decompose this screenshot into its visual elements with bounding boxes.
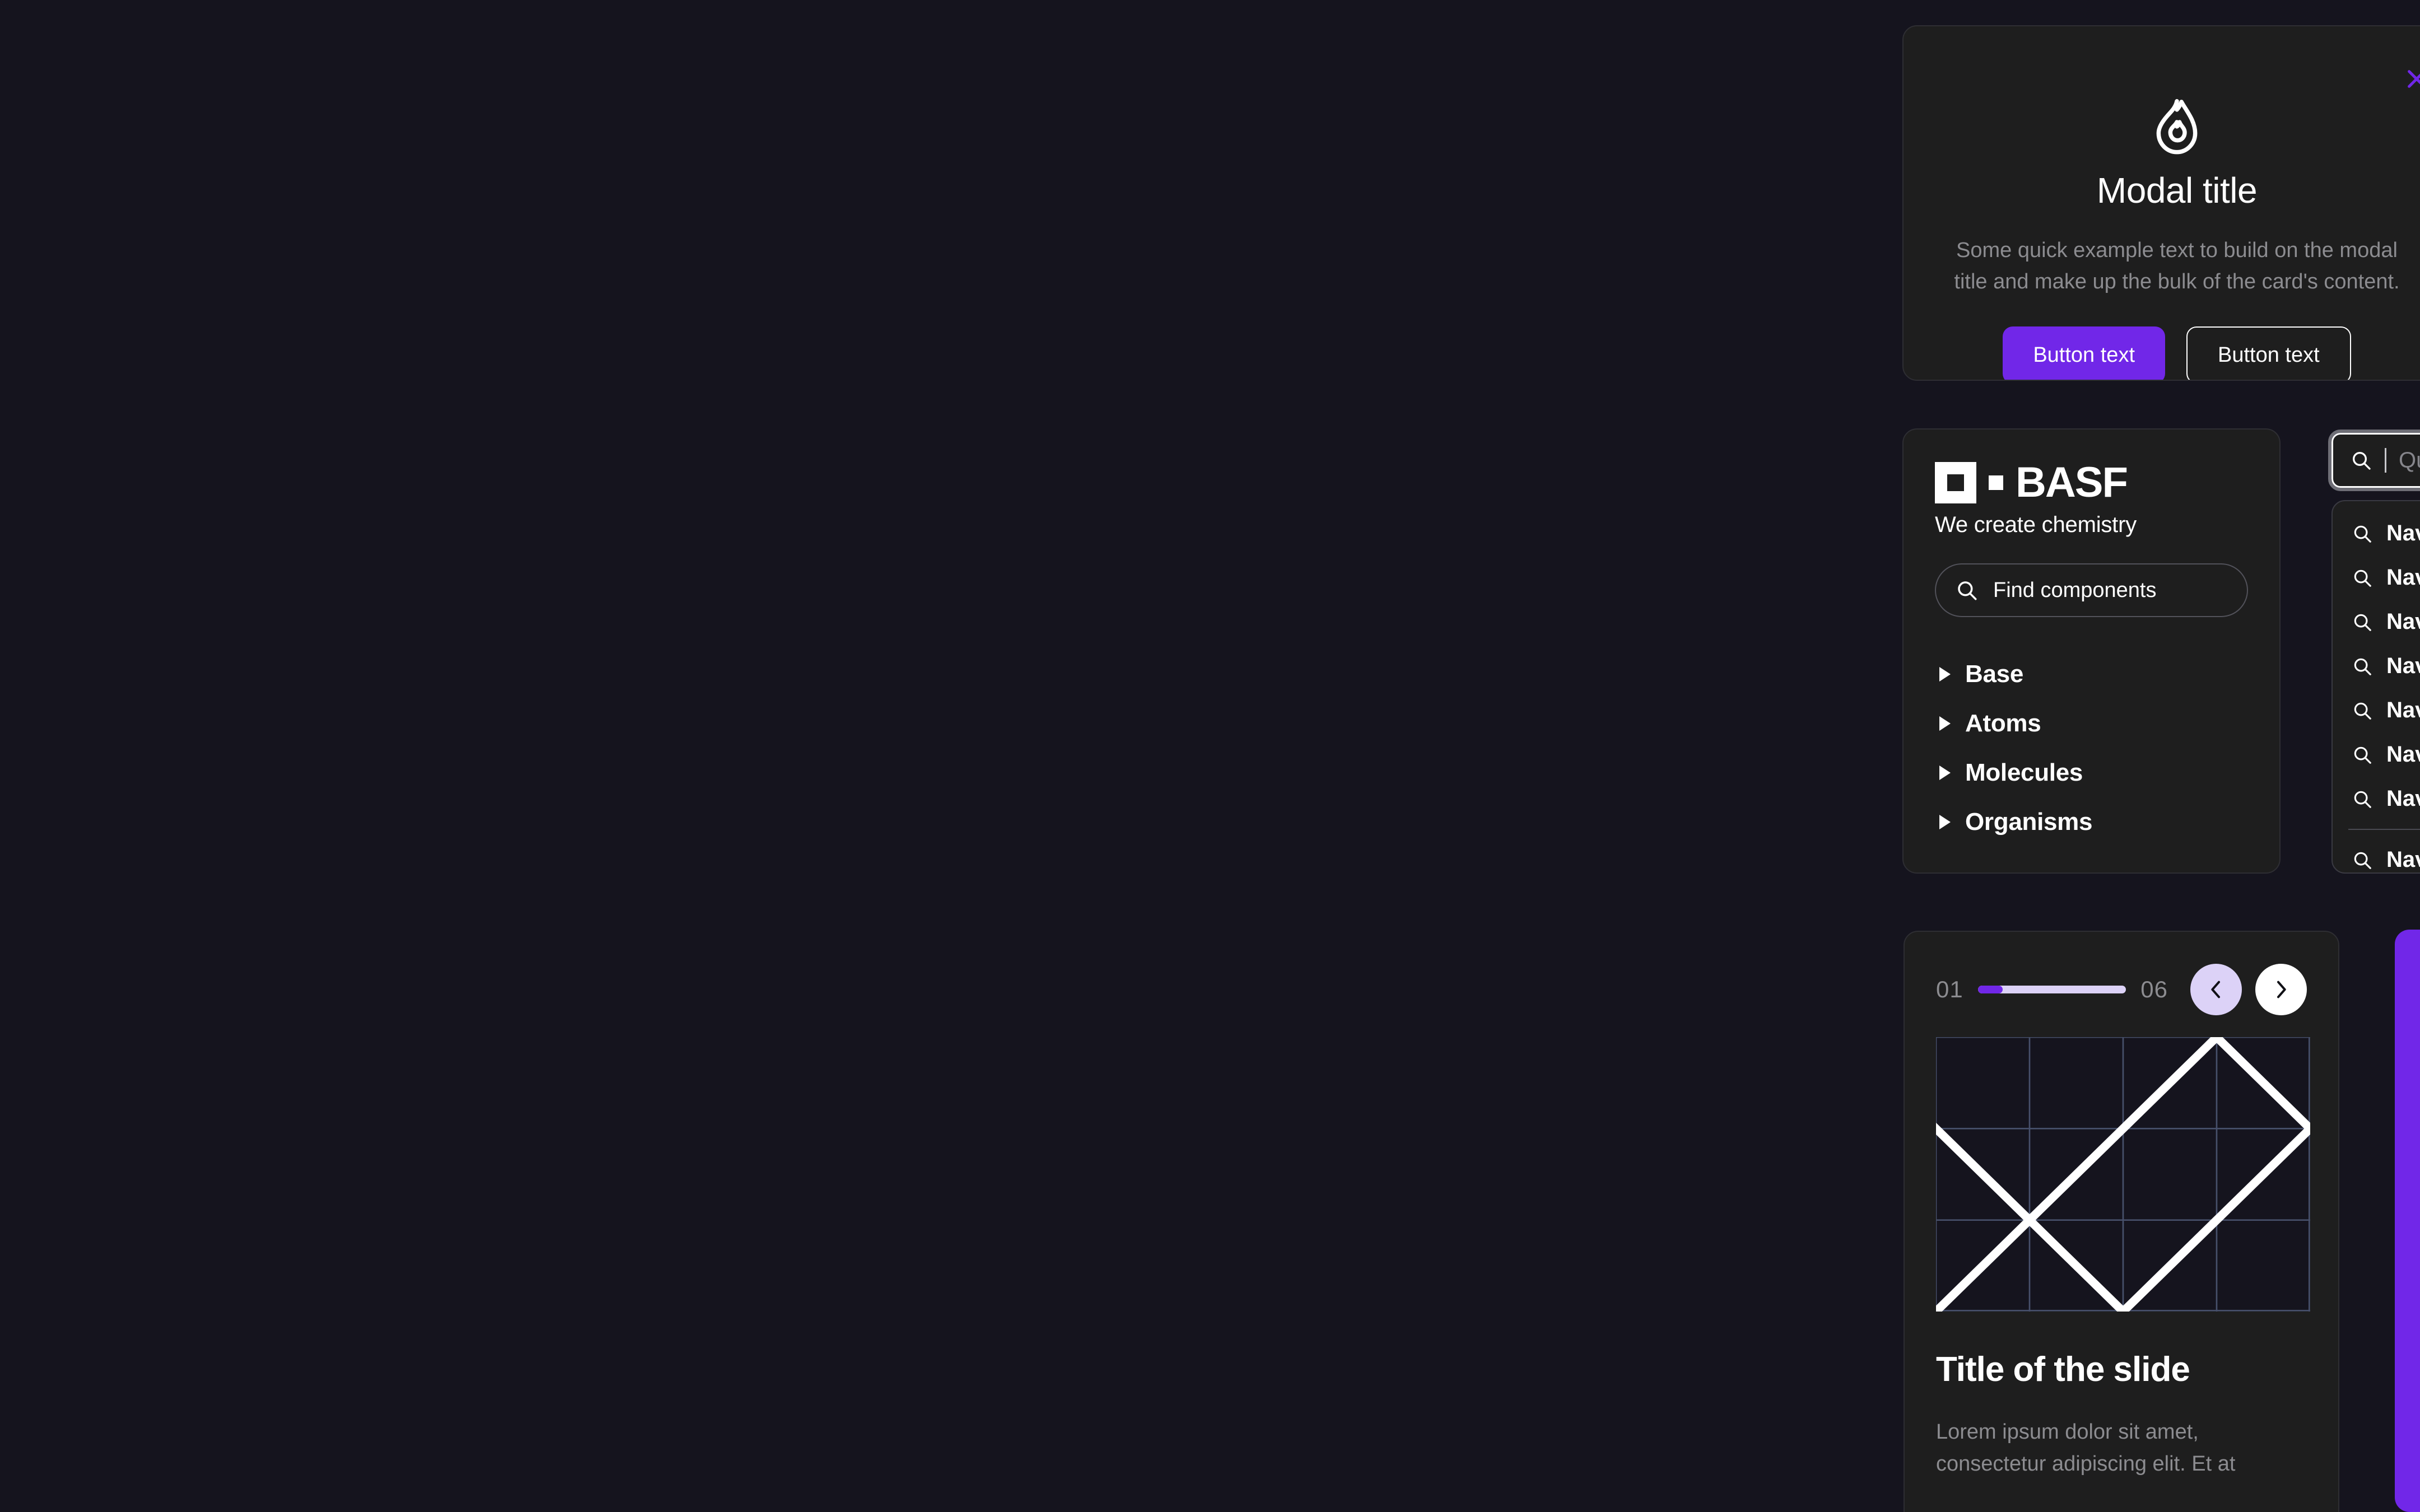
search-icon [2354,614,2371,631]
sidebar-item-label: Base [1965,660,2023,688]
quick-search-placeholder: Quick search [2399,447,2420,473]
triangle-right-icon [1939,815,1951,829]
sidebar-item-base[interactable]: Base [1935,650,2248,699]
quick-search-input[interactable]: Quick search [2328,430,2420,491]
basf-logo-wordmark: BASF [2016,458,2128,506]
list-item[interactable]: Nav [2333,644,2420,688]
close-icon[interactable] [2399,61,2420,97]
basf-logo-dot-icon [1989,475,2003,490]
find-components-input[interactable]: Find components [1935,563,2248,617]
modal-actions: Button text Button text [2003,326,2351,380]
carousel-card: 01 06 Title of the slide Lorem ipsum dol… [1904,931,2339,1512]
basf-logo: BASF [1935,458,2248,506]
list-item-label: Nav [2386,521,2420,545]
sidebar-item-label: Organisms [1965,808,2093,836]
modal-body-text: Some quick example text to build on the … [1954,239,2400,294]
basf-panel: BASF We create chemistry Find components… [1902,428,2281,874]
list-item-label: Nav [2386,847,2420,872]
sidebar-item-label: Molecules [1965,759,2083,786]
modal-primary-button[interactable]: Button text [2003,326,2165,380]
search-icon [1958,581,1977,600]
flame-icon [2156,99,2198,155]
carousel-progress-fill [1977,986,2003,993]
find-components-label: Find components [1993,578,2157,602]
quick-search-results-panel: Nav Nav Nav Nav Nav Nav Nav Nav [2331,500,2420,874]
search-icon [2354,791,2371,808]
list-item-footer[interactable]: Nav [2333,838,2420,872]
basf-tagline: We create chemistry [1935,512,2137,537]
modal-secondary-button[interactable]: Button text [2186,326,2351,380]
screen-root: Modal title Some quick example text to b… [0,0,2420,1512]
list-item[interactable]: Nav [2333,511,2420,556]
basf-logo-square-icon [1935,462,1976,503]
modal-title: Modal title [2096,170,2258,211]
search-icon [2354,852,2371,869]
slide-text: Lorem ipsum dolor sit amet, consectetur … [1936,1420,2236,1476]
list-item-label: Nav [2386,654,2420,678]
list-item[interactable]: Nav [2333,556,2420,600]
search-icon [2354,746,2371,764]
triangle-right-icon [1939,667,1951,682]
modal-body: Modal title Some quick example text to b… [1904,26,2420,380]
list-item-label: Nav [2386,742,2420,767]
carousel-buttons [2190,964,2307,1015]
list-item-label: Nav [2386,565,2420,590]
search-icon [2354,525,2371,543]
list-item-label: Nav [2386,698,2420,722]
divider [2348,829,2420,830]
chevron-left-icon [2211,981,2220,998]
carousel-total: 06 [2140,976,2168,1002]
list-item[interactable]: Nav [2333,600,2420,644]
list-item[interactable]: Nav [2333,732,2420,777]
list-item[interactable]: Nav [2333,777,2420,821]
search-icon [2354,570,2371,587]
slide-graphic [1936,1037,2310,1312]
carousel-next-button[interactable] [2255,964,2307,1015]
search-icon [2354,702,2371,720]
triangle-right-icon [1939,766,1951,780]
zigzag-grid-graphic [1936,1037,2310,1312]
list-item[interactable]: Nav [2333,688,2420,732]
carousel-progress-bar[interactable] [1977,986,2126,993]
list-item-label: Nav [2386,609,2420,634]
sidebar-item-molecules[interactable]: Molecules [1935,748,2248,797]
chevron-right-icon [2277,981,2286,998]
basf-nav-list: Base Atoms Molecules Organisms [1935,650,2248,847]
modal-dialog: Modal title Some quick example text to b… [1902,25,2420,381]
search-icon [2353,452,2371,470]
triangle-right-icon [1939,716,1951,731]
slide-title: Title of the slide [1936,1350,2190,1389]
search-icon [2354,658,2371,675]
carousel-prev-button[interactable] [2190,964,2242,1015]
sidebar-item-atoms[interactable]: Atoms [1935,699,2248,748]
carousel-current-index: 01 [1936,976,1963,1002]
text-cursor [2385,448,2386,473]
sidebar-item-label: Atoms [1965,710,2041,737]
purple-panel[interactable] [2395,930,2420,1512]
basf-logo-square-inner [1947,474,1964,491]
carousel-controls: 01 06 [1936,959,2307,1020]
list-item-label: Nav [2386,786,2420,811]
sidebar-item-organisms[interactable]: Organisms [1935,797,2248,847]
